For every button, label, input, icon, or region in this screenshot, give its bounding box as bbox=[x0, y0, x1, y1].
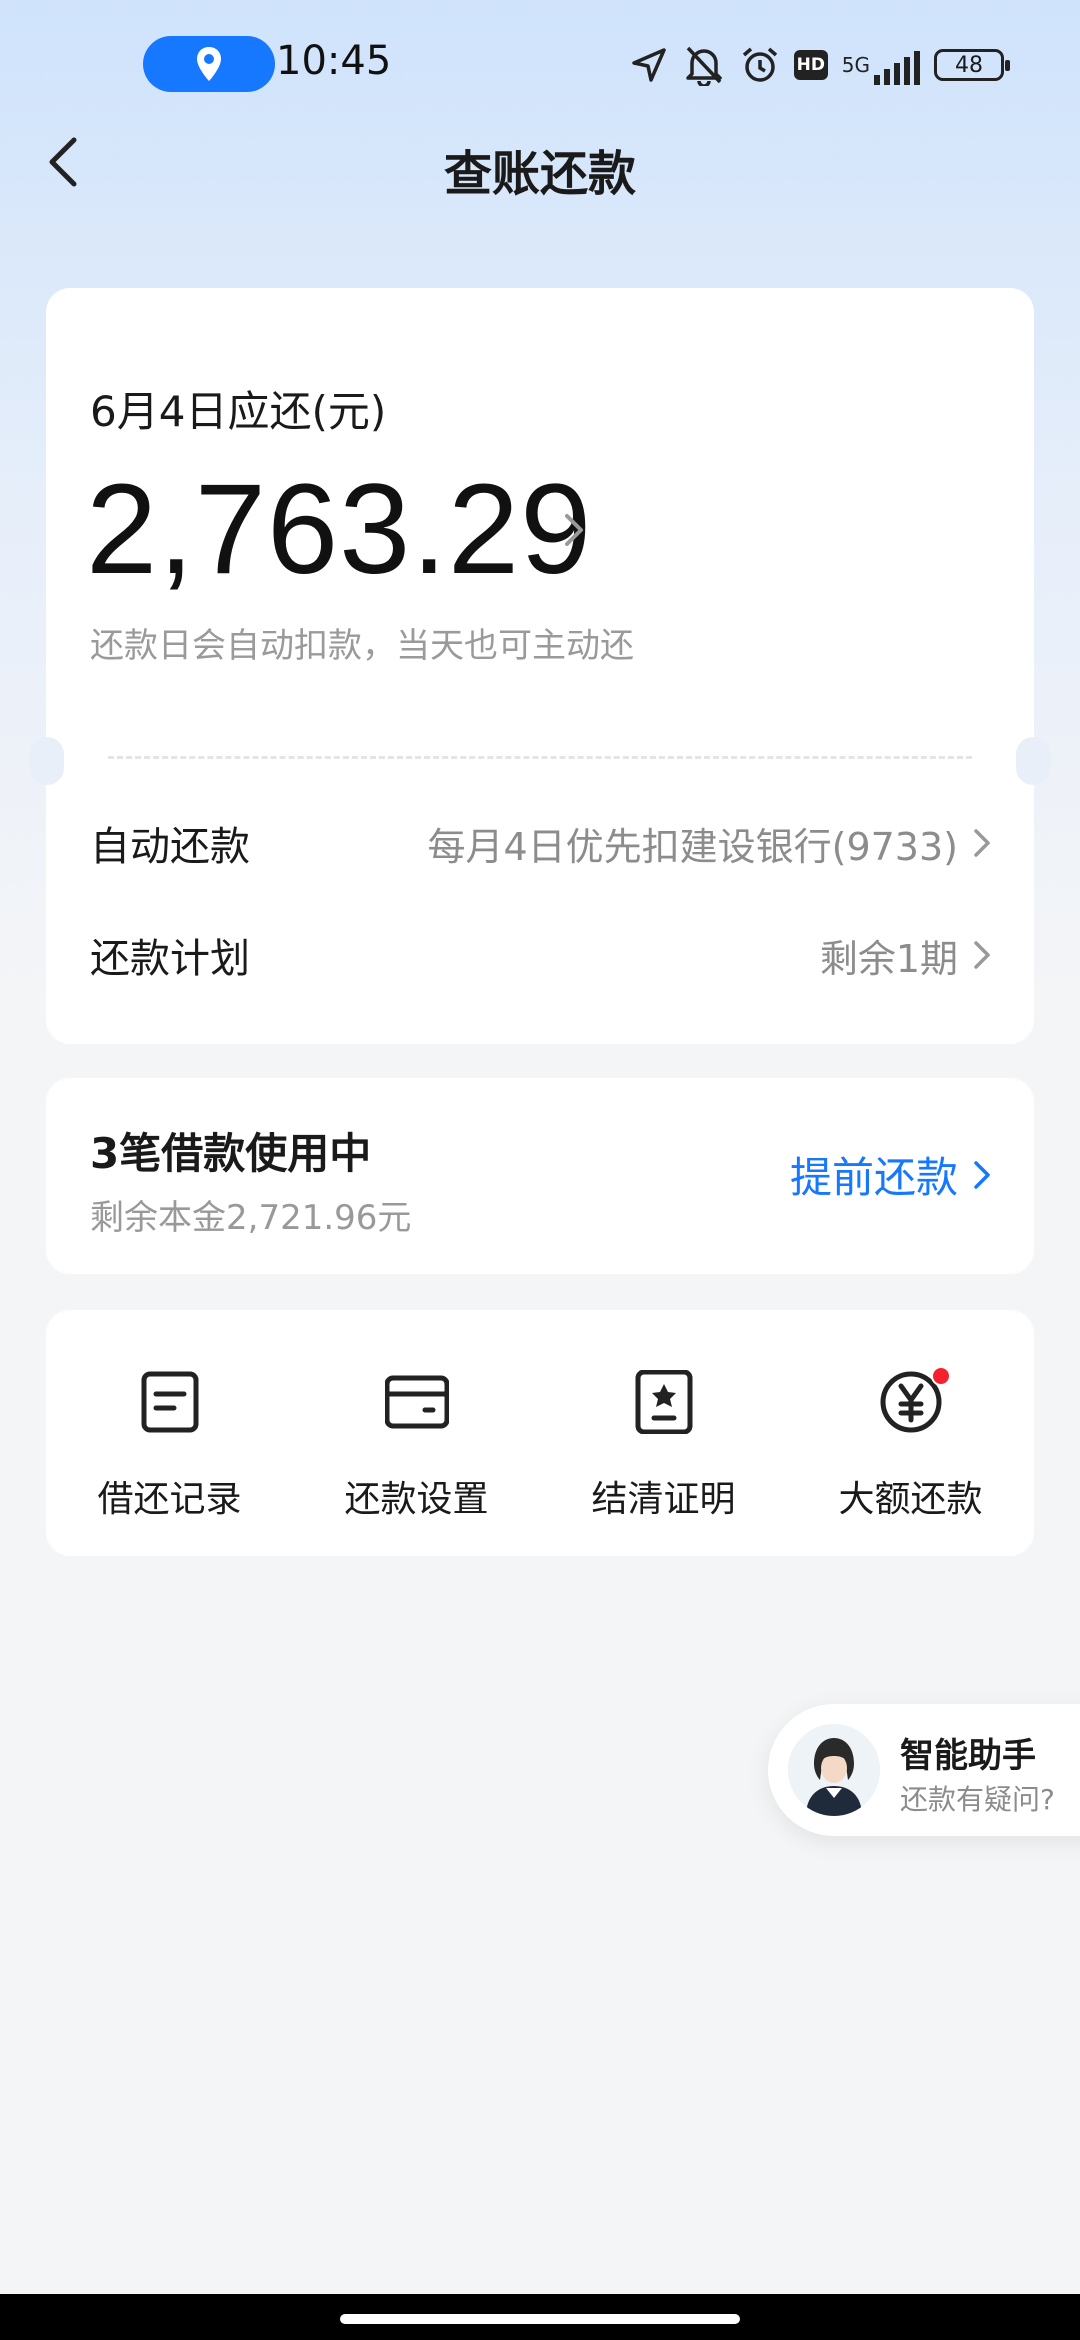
chevron-right-icon bbox=[974, 1160, 990, 1189]
navigation-arrow-icon bbox=[632, 48, 666, 82]
dashed-divider bbox=[108, 756, 972, 759]
tool-settlement-cert[interactable]: 结清证明 bbox=[540, 1310, 787, 1556]
certificate-icon bbox=[635, 1370, 692, 1434]
mute-bell-icon bbox=[686, 46, 722, 86]
card-notch-left bbox=[30, 737, 64, 785]
location-pill bbox=[143, 36, 275, 92]
status-time: 10:45 bbox=[276, 38, 392, 84]
status-icons: HD 5G 48 bbox=[630, 40, 1010, 90]
loans-card: 3笔借款使用中 剩余本金2,721.96元 提前还款 bbox=[46, 1078, 1034, 1274]
chevron-right-icon bbox=[974, 829, 990, 857]
home-indicator[interactable] bbox=[340, 2314, 740, 2324]
location-pin-icon bbox=[197, 47, 221, 81]
remaining-principal: 剩余本金2,721.96元 bbox=[90, 1198, 412, 1238]
due-date-label: 6月4日应还(元) bbox=[90, 387, 387, 436]
status-bar: 10:45 HD 5G 48 bbox=[0, 0, 1080, 130]
signal-icon: 5G bbox=[842, 45, 920, 85]
repay-plan-label: 还款计划 bbox=[90, 936, 250, 982]
active-loans-title: 3笔借款使用中 bbox=[90, 1129, 372, 1178]
tool-label: 结清证明 bbox=[591, 1479, 736, 1520]
tool-label: 借还记录 bbox=[97, 1479, 242, 1520]
hd-icon: HD bbox=[793, 50, 828, 80]
tool-label: 还款设置 bbox=[344, 1479, 489, 1520]
due-amount[interactable]: 2,763.29 bbox=[86, 456, 592, 603]
yuan-icon-wrap bbox=[879, 1366, 951, 1434]
battery-icon: 48 bbox=[934, 49, 1010, 81]
assistant-title: 智能助手 bbox=[900, 1736, 1036, 1776]
card-icon bbox=[384, 1375, 449, 1429]
auto-repay-row[interactable]: 自动还款 每月4日优先扣建设银行(9733) bbox=[90, 808, 992, 878]
smart-assistant-button[interactable]: 智能助手 还款有疑问? bbox=[768, 1704, 1080, 1836]
record-list-icon bbox=[141, 1371, 198, 1433]
card-notch-right bbox=[1016, 737, 1050, 785]
battery-level: 48 bbox=[955, 52, 983, 78]
page-title: 查账还款 bbox=[443, 146, 636, 202]
chevron-right-icon[interactable] bbox=[562, 510, 586, 550]
auto-repay-value: 每月4日优先扣建设银行(9733) bbox=[427, 824, 958, 869]
prepay-label: 提前还款 bbox=[789, 1153, 958, 1202]
prepay-button[interactable]: 提前还款 bbox=[790, 1144, 992, 1205]
tool-label: 大额还款 bbox=[838, 1479, 983, 1520]
tool-large-repay[interactable]: 大额还款 bbox=[787, 1310, 1034, 1556]
assistant-subtitle: 还款有疑问? bbox=[900, 1783, 1055, 1816]
notification-dot bbox=[930, 1366, 951, 1386]
chevron-right-icon bbox=[974, 941, 990, 969]
alarm-icon bbox=[742, 47, 777, 82]
network-type: 5G bbox=[841, 53, 870, 77]
auto-deduct-note: 还款日会自动扣款，当天也可主动还 bbox=[90, 626, 634, 666]
bill-card: 6月4日应还(元) 2,763.29 还款日会自动扣款，当天也可主动还 自动还款… bbox=[46, 288, 1034, 1044]
repay-plan-value: 剩余1期 bbox=[819, 936, 958, 981]
tool-repay-settings[interactable]: 还款设置 bbox=[293, 1310, 540, 1556]
tool-borrow-records[interactable]: 借还记录 bbox=[46, 1310, 293, 1556]
tools-card: 借还记录 还款设置 结清证明 大额还款 bbox=[46, 1310, 1034, 1556]
auto-repay-label: 自动还款 bbox=[90, 824, 250, 870]
assistant-avatar bbox=[788, 1724, 880, 1816]
repay-plan-row[interactable]: 还款计划 剩余1期 bbox=[90, 920, 992, 990]
